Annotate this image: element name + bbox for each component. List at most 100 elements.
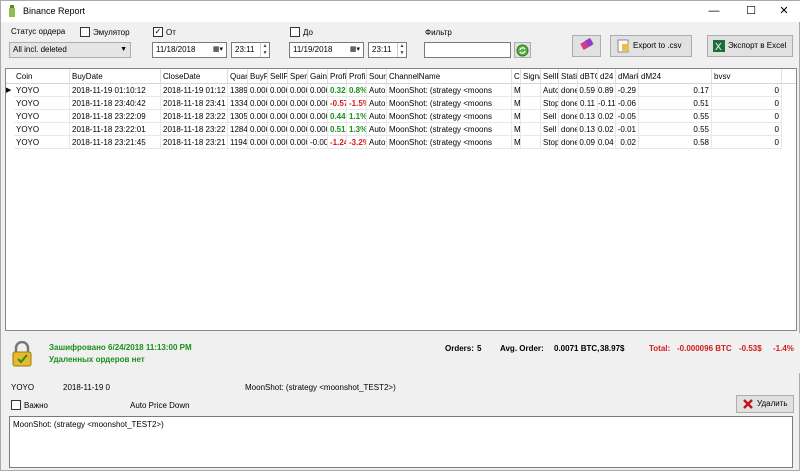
column-header[interactable]: Profi <box>328 69 347 84</box>
column-header[interactable]: d24 <box>598 69 616 84</box>
calendar-dropdown-icon[interactable]: ▦▾ <box>347 43 363 57</box>
from-time-value: 23:11 <box>235 45 255 54</box>
table-cell: 2018-11-19 01:12 <box>161 84 228 97</box>
table-cell: 0 <box>712 84 782 97</box>
delete-x-icon <box>743 399 753 409</box>
refresh-button[interactable] <box>514 42 531 58</box>
column-header[interactable]: Spen <box>288 69 308 84</box>
column-header[interactable]: Co <box>512 69 521 84</box>
column-header[interactable]: Stati <box>559 69 578 84</box>
spin-arrows-icon[interactable]: ▲ ▼ <box>260 43 269 57</box>
from-time-spinner[interactable]: 23:11 ▲ ▼ <box>231 42 270 58</box>
from-checkbox[interactable]: ✓ <box>153 27 163 37</box>
maximize-button[interactable]: ☐ <box>734 1 768 22</box>
table-cell: 0.000 <box>248 97 268 110</box>
orders-table[interactable]: Coin BuyDate CloseDate Quar BuyP SellP Spen Gai… <box>5 68 797 331</box>
table-row[interactable]: YOYO 2018-11-18 23:40:42 2018-11-18 23:41 1… <box>6 97 796 110</box>
emulator-checkbox[interactable] <box>80 27 90 37</box>
table-row[interactable]: YOYO 2018-11-18 23:22:01 2018-11-18 23:22 1… <box>6 123 796 136</box>
table-row[interactable]: YOYO 2018-11-18 23:22:09 2018-11-18 23:22 1… <box>6 110 796 123</box>
delete-label: Удалить <box>757 399 788 408</box>
table-cell: 0.000 <box>248 123 268 136</box>
status-dropdown[interactable]: All incl. deleted ▼ <box>9 42 131 58</box>
column-header[interactable]: SellP <box>268 69 288 84</box>
column-header[interactable]: bvsv <box>712 69 782 84</box>
table-cell: M <box>512 84 521 97</box>
table-cell: 0.59 <box>578 84 598 97</box>
encrypted-status: Зашифровано 6/24/2018 11:13:00 PM <box>49 343 192 352</box>
export-csv-button[interactable]: Export to .csv <box>610 35 692 57</box>
table-cell: -0.29 <box>616 84 639 97</box>
to-checkbox[interactable] <box>290 27 300 37</box>
column-header[interactable]: Gain <box>308 69 328 84</box>
table-row[interactable]: ▶ YOYO 2018-11-19 01:10:12 2018-11-19 01:12… <box>6 84 796 97</box>
table-cell: YOYO <box>14 84 70 97</box>
column-header[interactable]: Quar <box>228 69 248 84</box>
table-cell: M <box>512 97 521 110</box>
orders-label: Orders: <box>445 344 474 353</box>
minimize-button[interactable]: — <box>697 1 731 22</box>
column-header[interactable]: dBTC <box>578 69 598 84</box>
table-cell: 0.000 <box>288 123 308 136</box>
detail-channel: MoonShot: (strategy <moonshot_TEST2>) <box>245 383 396 392</box>
table-cell: 2018-11-18 23:41 <box>161 97 228 110</box>
to-date-picker[interactable]: 11/19/2018 ▦▾ <box>289 42 364 58</box>
table-cell: 0.51 <box>639 97 712 110</box>
column-header[interactable]: Profi <box>347 69 367 84</box>
column-header[interactable]: SellR <box>541 69 559 84</box>
table-cell: 1305 <box>228 110 248 123</box>
table-cell: 2018-11-19 01:10:12 <box>70 84 161 97</box>
column-header[interactable]: Sour <box>367 69 387 84</box>
status-panel: Зашифровано 6/24/2018 11:13:00 PM Удален… <box>1 333 800 373</box>
export-excel-button[interactable]: X Экспорт в Excel <box>707 35 793 57</box>
table-cell: 0.44 <box>328 110 347 123</box>
column-header[interactable]: Coin <box>14 69 70 84</box>
column-header[interactable]: BuyP <box>248 69 268 84</box>
table-cell: Auto <box>367 110 387 123</box>
app-icon <box>9 5 15 17</box>
table-cell <box>521 110 541 123</box>
table-cell: 0.32 <box>328 84 347 97</box>
table-cell: 2018-11-18 23:40:42 <box>70 97 161 110</box>
excel-icon: X <box>713 40 725 52</box>
export-csv-label: Export to .csv <box>633 41 682 50</box>
table-cell: MoonShot: (strategy <moons <box>387 136 512 149</box>
spin-arrows-icon[interactable]: ▲ ▼ <box>397 43 406 57</box>
column-header[interactable]: dM24 <box>639 69 712 84</box>
window-title: Binance Report <box>23 6 86 16</box>
column-header[interactable]: Signa <box>521 69 541 84</box>
table-cell: 0.000 <box>248 110 268 123</box>
table-cell <box>521 97 541 110</box>
column-header[interactable]: CloseDate <box>161 69 228 84</box>
to-time-spinner[interactable]: 23:11 ▲ ▼ <box>368 42 407 58</box>
table-cell: Sell F <box>541 123 559 136</box>
table-header: Coin BuyDate CloseDate Quar BuyP SellP Spen Gai… <box>6 69 796 84</box>
column-header[interactable]: dMark <box>616 69 639 84</box>
from-date-picker[interactable]: 11/18/2018 ▦▾ <box>152 42 227 58</box>
column-header[interactable]: ChannelName <box>387 69 512 84</box>
avg-order-usd: 38.97$ <box>600 344 625 353</box>
filter-input[interactable] <box>424 42 511 58</box>
table-cell: 1389 <box>228 84 248 97</box>
refresh-icon <box>516 44 529 57</box>
table-cell: M <box>512 136 521 149</box>
deleted-status: Удаленных ордеров нет <box>49 355 145 364</box>
table-cell: -0.57 <box>328 97 347 110</box>
table-cell: -1.5% <box>347 97 367 110</box>
comment-textbox[interactable]: MoonShot: (strategy <moonshot_TEST2>) <box>9 416 793 468</box>
delete-button[interactable]: Удалить <box>736 395 794 413</box>
close-button[interactable]: ✕ <box>767 1 800 22</box>
total-pct: -1.4% <box>773 344 794 353</box>
table-row[interactable]: YOYO 2018-11-18 23:21:45 2018-11-18 23:21 1… <box>6 136 796 149</box>
table-cell: -0.00 <box>308 136 328 149</box>
table-cell: MoonShot: (strategy <moons <box>387 123 512 136</box>
total-usd: -0.53$ <box>739 344 762 353</box>
clear-button[interactable] <box>572 35 601 57</box>
important-checkbox[interactable] <box>11 400 21 410</box>
table-cell: 0.000 <box>288 97 308 110</box>
table-cell: 1.1% <box>347 110 367 123</box>
table-cell: MoonShot: (strategy <moons <box>387 110 512 123</box>
column-header[interactable]: BuyDate <box>70 69 161 84</box>
calendar-dropdown-icon[interactable]: ▦▾ <box>210 43 226 57</box>
table-cell: Sell F <box>541 110 559 123</box>
